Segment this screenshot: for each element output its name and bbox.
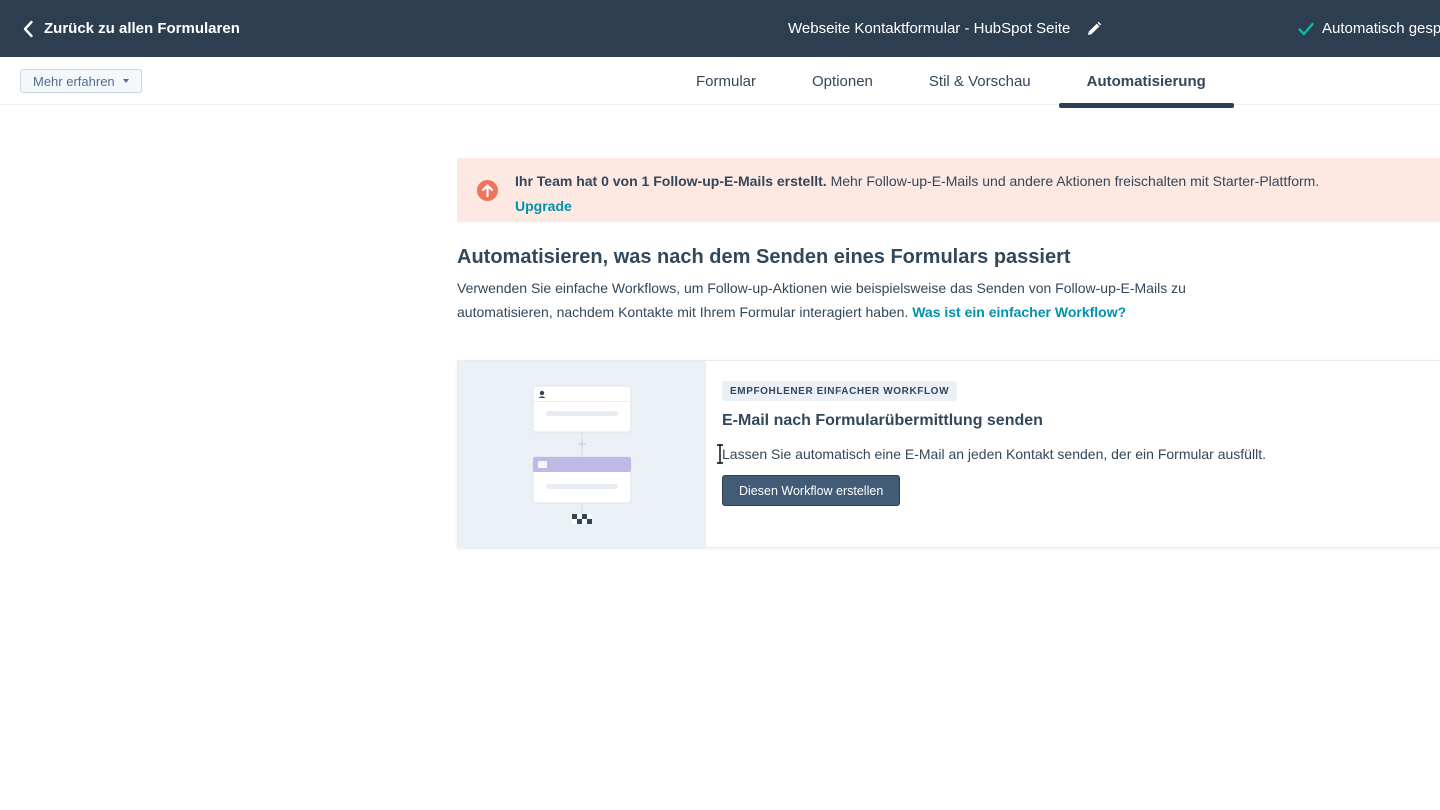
workflow-card: EMPFOHLENER EINFACHER WORKFLOW E-Mail na… <box>457 360 1440 549</box>
learn-more-dropdown[interactable]: Mehr erfahren <box>20 69 142 93</box>
sub-navigation: Mehr erfahren Formular Optionen Stil & V… <box>0 57 1440 108</box>
banner-text: Mehr Follow-up-E-Mails und andere Aktion… <box>826 173 1320 189</box>
tab-formular[interactable]: Formular <box>668 57 784 105</box>
tab-label: Formular <box>696 72 757 90</box>
workflow-diagram-icon <box>532 385 632 524</box>
caret-down-icon <box>122 79 129 83</box>
tab-label: Automatisierung <box>1086 72 1206 90</box>
upgrade-link[interactable]: Upgrade <box>515 198 572 214</box>
tab-stil-vorschau[interactable]: Stil & Vorschau <box>901 57 1059 105</box>
text-cursor-icon <box>717 444 723 464</box>
pencil-icon[interactable] <box>1086 21 1102 37</box>
workflow-card-body: EMPFOHLENER EINFACHER WORKFLOW E-Mail na… <box>722 361 1440 549</box>
tab-label: Optionen <box>812 72 873 90</box>
upgrade-banner: Ihr Team hat 0 von 1 Follow-up-E-Mails e… <box>457 158 1440 222</box>
learn-more-label: Mehr erfahren <box>33 73 115 89</box>
tab-automatisierung[interactable]: Automatisierung <box>1058 57 1235 108</box>
recommended-tag: EMPFOHLENER EINFACHER WORKFLOW <box>722 381 958 401</box>
back-to-forms-link[interactable]: Zurück zu allen Formularen <box>22 0 240 57</box>
section-title: Automatisieren, was nach dem Senden eine… <box>457 246 1071 268</box>
page-title-group: Webseite Kontaktformular - HubSpot Seite <box>788 0 1102 57</box>
autosave-label: Automatisch gesp <box>1322 20 1440 37</box>
section-description: Verwenden Sie einfache Workflows, um Fol… <box>457 276 1277 324</box>
banner-bold-text: Ihr Team hat 0 von 1 Follow-up-E-Mails e… <box>515 173 827 189</box>
back-link-label: Zurück zu allen Formularen <box>44 20 240 37</box>
simple-workflow-help-link[interactable]: Was ist ein einfacher Workflow? <box>912 304 1126 320</box>
tab-bar: Formular Optionen Stil & Vorschau Automa… <box>668 57 1235 108</box>
create-workflow-button[interactable]: Diesen Workflow erstellen <box>722 475 901 506</box>
workflow-illustration <box>458 361 706 549</box>
page-title: Webseite Kontaktformular - HubSpot Seite <box>788 20 1071 37</box>
autosave-status: Automatisch gesp <box>1298 0 1440 57</box>
checkmark-icon <box>1298 22 1314 35</box>
top-header: Zurück zu allen Formularen Webseite Kont… <box>0 0 1440 57</box>
workflow-description: Lassen Sie automatisch eine E-Mail an je… <box>722 446 1266 462</box>
upgrade-arrow-icon <box>477 180 498 201</box>
tab-optionen[interactable]: Optionen <box>784 57 901 105</box>
tab-label: Stil & Vorschau <box>928 72 1031 90</box>
workflow-title: E-Mail nach Formularübermittlung senden <box>722 412 1043 429</box>
banner-message: Ihr Team hat 0 von 1 Follow-up-E-Mails e… <box>515 169 1365 219</box>
chevron-left-icon <box>23 20 33 37</box>
